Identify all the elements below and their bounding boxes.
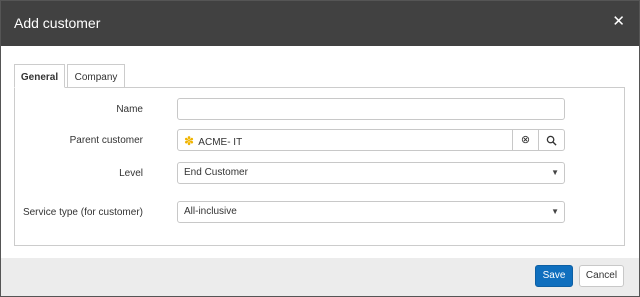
parent-customer-text: ACME- IT (198, 137, 243, 148)
save-button[interactable]: Save (535, 265, 573, 287)
name-input[interactable] (178, 99, 564, 119)
parent-customer-lookup[interactable]: ✽ ACME- IT ⊗ (177, 129, 565, 151)
close-icon[interactable]: ✕ (612, 13, 625, 31)
parent-customer-label: Parent customer (69, 135, 143, 146)
level-label: Level (119, 168, 143, 179)
dialog-footer: Save Cancel (1, 258, 639, 296)
service-type-label: Service type (for customer) (22, 207, 143, 218)
tab-company[interactable]: Company (67, 64, 125, 88)
dialog-content: General Company Name Parent customer ✽ A… (1, 46, 639, 258)
service-type-select[interactable]: All-inclusive ▼ (177, 201, 565, 223)
parent-customer-value: ✽ ACME- IT (184, 134, 242, 148)
chevron-down-icon: ▼ (551, 207, 559, 216)
dialog-title: Add customer (14, 15, 101, 31)
name-label: Name (116, 104, 143, 115)
customer-icon: ✽ (184, 134, 195, 148)
cancel-button[interactable]: Cancel (579, 265, 624, 287)
dialog-titlebar: Add customer ✕ (1, 1, 639, 46)
level-value: End Customer (184, 167, 248, 178)
search-icon[interactable] (538, 130, 564, 150)
level-select[interactable]: End Customer ▼ (177, 162, 565, 184)
service-type-value: All-inclusive (184, 206, 237, 217)
tab-general[interactable]: General (14, 64, 65, 88)
chevron-down-icon: ▼ (551, 168, 559, 177)
general-tab-panel: Name Parent customer ✽ ACME- IT ⊗ Level … (14, 87, 625, 246)
add-customer-dialog: Add customer ✕ General Company Name Pare… (0, 0, 640, 297)
name-field-wrapper (177, 98, 565, 120)
clear-icon[interactable]: ⊗ (512, 130, 538, 150)
